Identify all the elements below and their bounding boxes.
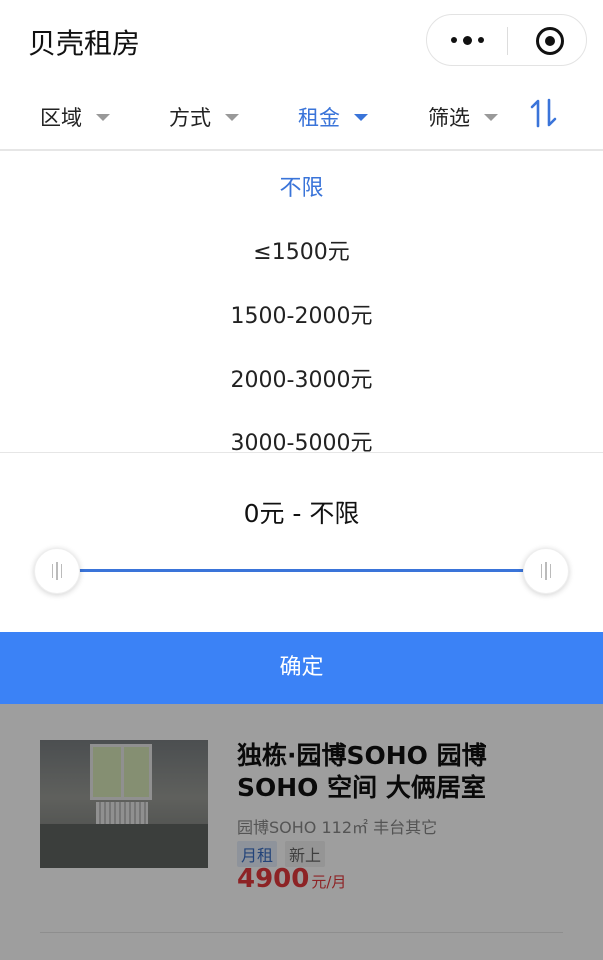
rent-options-list[interactable]: 不限 ≤1500元 1500-2000元 2000-3000元 3000-500… (0, 152, 603, 452)
rent-option[interactable]: ≤1500元 (0, 234, 603, 266)
tab-rent-label: 租金 (298, 106, 340, 130)
sort-icon[interactable] (530, 98, 558, 128)
caret-down-icon (225, 113, 239, 121)
tab-mode[interactable]: 方式 (169, 102, 239, 132)
price-range-panel: 0元 - 不限 (0, 454, 603, 632)
rent-option[interactable]: 2000-3000元 (0, 362, 603, 394)
range-track[interactable] (56, 569, 546, 572)
app-title: 贝壳租房 (28, 27, 141, 60)
caret-down-icon (96, 113, 110, 121)
more-dots-icon[interactable] (427, 15, 507, 65)
tab-filter-label: 筛选 (428, 106, 470, 130)
range-label: 0元 - 不限 (243, 499, 360, 528)
mini-program-capsule (426, 14, 587, 66)
confirm-button[interactable]: 确定 (0, 632, 603, 704)
tab-filter[interactable]: 筛选 (428, 102, 498, 132)
tab-area-label: 区域 (40, 106, 82, 130)
caret-down-icon (354, 113, 368, 121)
capsule-separator (507, 27, 508, 55)
rent-option[interactable]: 3000-5000元 (0, 425, 603, 452)
dim-overlay[interactable] (0, 704, 603, 960)
divider (0, 149, 603, 151)
caret-down-icon (484, 113, 498, 121)
slider-grip-icon[interactable] (523, 548, 569, 594)
tab-mode-label: 方式 (169, 106, 211, 130)
rent-option[interactable]: 1500-2000元 (0, 298, 603, 330)
tab-area[interactable]: 区域 (40, 102, 110, 132)
target-icon[interactable] (535, 26, 565, 56)
tab-rent[interactable]: 租金 (298, 102, 368, 132)
divider (0, 452, 603, 453)
slider-grip-icon[interactable] (34, 548, 80, 594)
top-bar: 贝壳租房 (0, 0, 603, 84)
rent-option[interactable]: 不限 (0, 170, 603, 202)
filter-bar: 区域 方式 租金 筛选 (0, 84, 603, 150)
